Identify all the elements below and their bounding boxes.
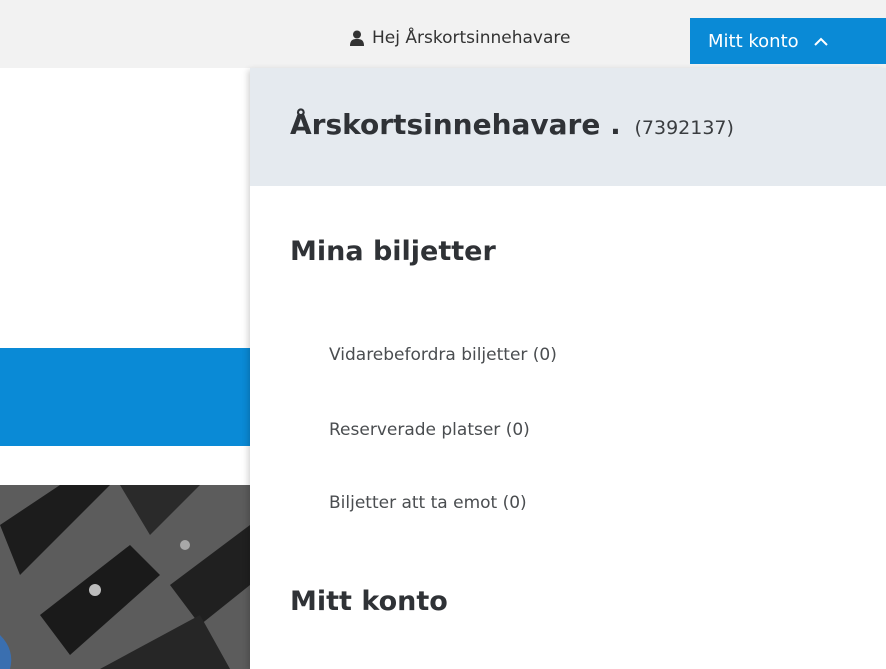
greeting-text: Hej Årskortsinnehavare (372, 28, 571, 48)
chevron-up-icon (813, 31, 829, 52)
account-menu-button[interactable]: Mitt konto (690, 18, 886, 64)
account-holder-header: Årskortsinnehavare . (7392137) (250, 68, 886, 186)
user-icon (350, 30, 364, 46)
background-blue-banner (0, 348, 250, 446)
greeting[interactable]: Hej Årskortsinnehavare (350, 18, 570, 58)
account-holder-name: Årskortsinnehavare . (290, 108, 621, 141)
background-photo (0, 485, 250, 669)
account-button-label: Mitt konto (708, 30, 799, 52)
my-account-heading: Mitt konto (290, 586, 448, 617)
account-dropdown: Årskortsinnehavare . (7392137) Mina bilj… (250, 68, 886, 669)
my-tickets-heading: Mina biljetter (290, 236, 496, 267)
reserved-seats-link[interactable]: Reserverade platser (0) (329, 420, 530, 440)
account-holder-number: (7392137) (634, 117, 734, 139)
forward-tickets-link[interactable]: Vidarebefordra biljetter (0) (329, 345, 557, 365)
tickets-to-receive-link[interactable]: Biljetter att ta emot (0) (329, 493, 527, 513)
account-holder: Årskortsinnehavare . (7392137) (290, 108, 734, 141)
